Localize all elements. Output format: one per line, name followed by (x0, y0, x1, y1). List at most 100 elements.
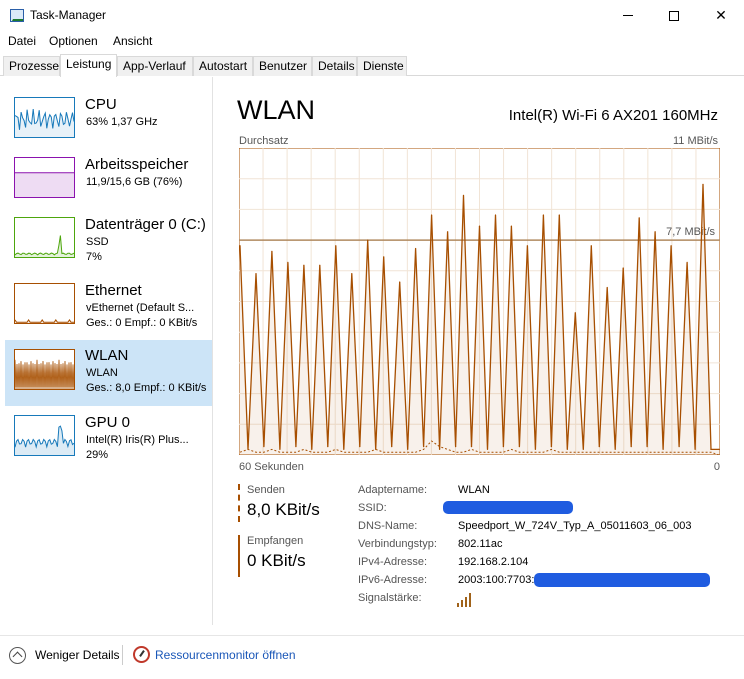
minimize-icon (623, 15, 633, 16)
resource-monitor-link[interactable]: Ressourcenmonitor öffnen (155, 648, 296, 662)
sidebar-item-gpu[interactable]: GPU 0 Intel(R) Iris(R) Plus... 29% (5, 413, 212, 479)
send-data-point (423, 446, 425, 448)
send-data-point (295, 446, 297, 448)
redaction-mark (443, 501, 573, 514)
tab-leistung[interactable]: Leistung (60, 54, 117, 77)
receive-legend-line (238, 535, 240, 577)
send-data-point (502, 446, 504, 448)
tab-autostart[interactable]: Autostart (193, 56, 253, 76)
send-data-point (542, 214, 544, 216)
send-data-point (311, 448, 313, 450)
resource-monitor-icon[interactable] (133, 646, 150, 663)
sidebar-item-detail: SSD (86, 236, 109, 248)
send-data-point (606, 286, 608, 289)
sidebar-item-detail: 29% (86, 449, 109, 461)
send-data-point (391, 446, 393, 448)
send-data-point (590, 245, 592, 247)
send-data-point (670, 245, 672, 247)
sidebar-item-label: Ethernet (85, 282, 142, 299)
send-data-point (702, 183, 704, 185)
info-value: Speedport_W_724V_Typ_A_05011603_06_003 (458, 520, 692, 532)
graph-max-label: 11 MBit/s (672, 135, 718, 147)
send-data-point (582, 448, 584, 450)
tab-prozesse[interactable]: Prozesse (3, 56, 60, 76)
minimize-button[interactable] (605, 0, 651, 31)
send-data-point (287, 261, 289, 263)
menu-optionen[interactable]: Optionen (49, 34, 98, 48)
sidebar-item-ethernet[interactable]: Ethernet vEthernet (Default S... Ges.: 0… (5, 281, 212, 347)
tab-details[interactable]: Details (312, 56, 357, 76)
collapse-chevron-icon[interactable] (9, 647, 26, 664)
send-data-point (431, 214, 433, 216)
send-data-point (558, 214, 560, 216)
info-key: Verbindungstyp: (358, 538, 437, 550)
send-data-point (614, 448, 616, 450)
sidebar-item-cpu[interactable]: CPU 63% 1,37 GHz (5, 95, 212, 161)
send-data-point (494, 214, 497, 216)
tab-benutzer[interactable]: Benutzer (253, 56, 312, 76)
disk-mini-graph (14, 217, 75, 258)
send-data-point (646, 446, 648, 448)
performance-panel: CPU 63% 1,37 GHz Arbeitsspeicher 11,9/15… (0, 77, 744, 635)
send-data-point (367, 239, 369, 241)
send-data-point (335, 245, 337, 247)
receive-stat: Empfangen 0 KBit/s (238, 535, 348, 577)
signal-strength-icon (457, 593, 471, 607)
send-data-point (598, 446, 600, 448)
send-data-point (399, 281, 401, 283)
close-button[interactable]: ✕ (698, 0, 744, 31)
throughput-chart: 7,7 MBit/s (239, 148, 720, 455)
send-data-point (510, 225, 512, 227)
mini-graph-svg (14, 283, 75, 324)
send-label: Senden (247, 484, 285, 496)
zero-axis-label: 0 (713, 461, 720, 473)
menu-datei[interactable]: Datei (8, 34, 36, 48)
redaction-mark (534, 573, 710, 587)
sidebar-item-label: GPU 0 (85, 414, 131, 431)
receive-value: 0 KBit/s (247, 551, 306, 570)
sidebar-item-detail: Ges.: 0 Empf.: 0 KBit/s (86, 317, 198, 329)
menu-ansicht[interactable]: Ansicht (113, 34, 152, 48)
sidebar-item-detail: vEthernet (Default S... (86, 302, 195, 314)
maximize-button[interactable] (651, 0, 697, 31)
resource-sidebar: CPU 63% 1,37 GHz Arbeitsspeicher 11,9/15… (0, 77, 213, 625)
memory-mini-graph (14, 157, 75, 198)
sidebar-item-wlan[interactable]: WLAN WLAN Ges.: 8,0 Empf.: 0 KBit/s (5, 340, 212, 406)
send-data-point (718, 448, 720, 450)
send-data-point (303, 264, 305, 266)
send-data-point (470, 446, 473, 448)
send-data-point (518, 446, 520, 448)
tab-app-verlauf[interactable]: App-Verlauf (117, 56, 193, 76)
send-data-point (526, 245, 528, 247)
gpu-mini-graph (14, 415, 75, 456)
send-data-point (462, 194, 465, 196)
info-key: DNS-Name: (358, 520, 418, 532)
send-data-point (630, 446, 632, 448)
info-key: Adaptername: (358, 484, 428, 496)
wlan-mini-graph (14, 349, 75, 390)
send-data-point (327, 446, 329, 448)
info-key: IPv4-Adresse: (358, 556, 428, 568)
mini-graph-svg (14, 217, 75, 258)
send-data-point (343, 448, 345, 450)
send-data-point (351, 273, 353, 275)
send-data-point (654, 231, 656, 233)
send-data-point (255, 273, 257, 275)
info-value: WLAN (458, 484, 490, 496)
page-title: WLAN (237, 95, 316, 125)
task-manager-icon (10, 9, 24, 22)
sidebar-item-detail: 7% (86, 251, 102, 263)
tab-dienste[interactable]: Dienste (357, 56, 407, 76)
mini-graph-frame (14, 283, 75, 324)
sidebar-item-datentraeger[interactable]: Datenträger 0 (C:) SSD 7% (5, 215, 212, 281)
fewer-details-button[interactable]: Weniger Details (35, 648, 119, 662)
send-data-point (662, 448, 664, 450)
send-stat: Senden 8,0 KBit/s (238, 484, 348, 524)
time-axis-label: 60 Sekunden (239, 461, 304, 473)
close-icon: ✕ (715, 7, 727, 23)
send-data-point (439, 448, 441, 450)
send-data-point (279, 448, 281, 450)
tab-strip: Prozesse Leistung App-Verlauf Autostart … (0, 54, 744, 77)
sidebar-item-arbeitsspeicher[interactable]: Arbeitsspeicher 11,9/15,6 GB (76%) (5, 155, 212, 221)
send-data-point (534, 448, 536, 450)
